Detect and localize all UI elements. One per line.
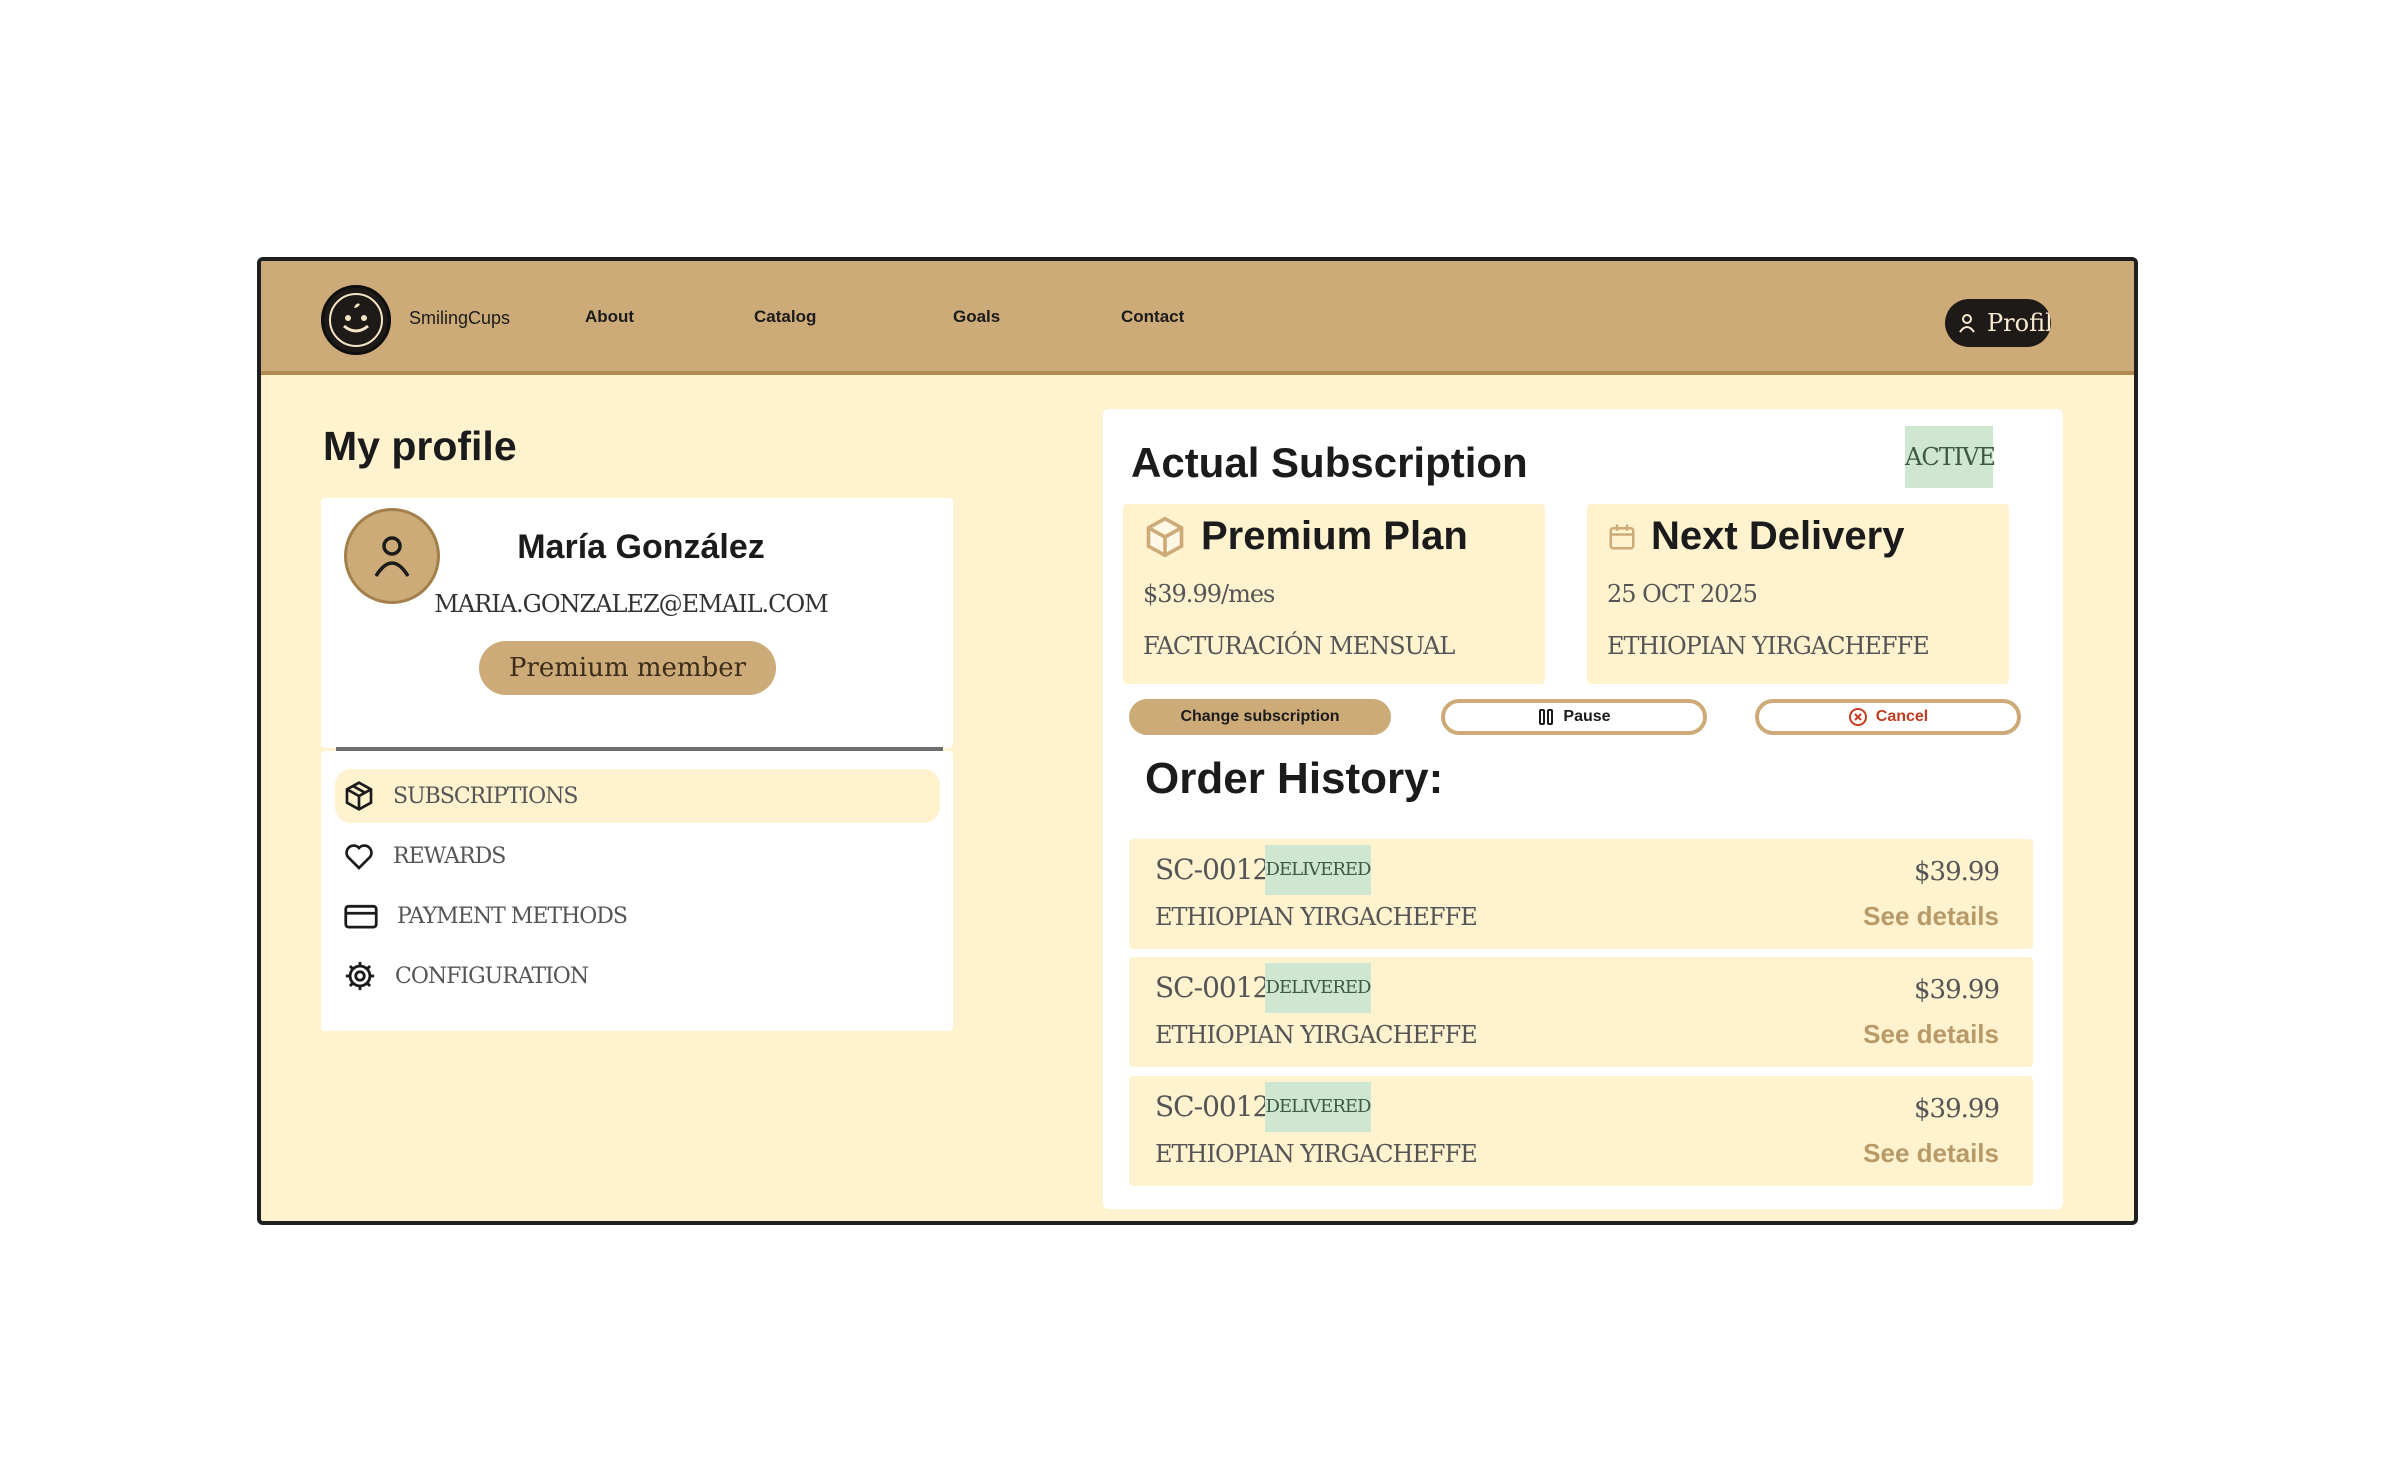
- package-icon: [1146, 516, 1184, 557]
- page-title: My profile: [323, 423, 517, 469]
- credit-card-icon: [344, 904, 378, 929]
- user-email: maria.gonzalez@email.com: [434, 590, 829, 618]
- order-price: $39.99: [1914, 975, 2000, 1005]
- plan-card: Premium Plan $39.99/mes Facturación mens…: [1123, 504, 1545, 684]
- plan-name: Premium Plan: [1201, 514, 1468, 558]
- order-status-badge: Delivered: [1265, 963, 1371, 1013]
- nav-link-contact[interactable]: Contact: [1121, 307, 1184, 327]
- nav-link-goals[interactable]: Goals: [953, 307, 1000, 327]
- menu-item-rewards[interactable]: Rewards: [335, 829, 940, 883]
- see-details-link[interactable]: See details: [1863, 1019, 1999, 1050]
- menu-item-label: Payment methods: [397, 903, 628, 929]
- order-status-badge: Delivered: [1265, 1082, 1371, 1132]
- menu-item-payment-methods[interactable]: Payment methods: [335, 889, 940, 943]
- subscription-panel: Actual Subscription ACTIVE Premium Plan …: [1103, 409, 2063, 1209]
- change-subscription-button[interactable]: Change subscription: [1129, 699, 1391, 735]
- user-icon: [1959, 314, 1975, 333]
- order-price: $39.99: [1914, 857, 2000, 887]
- delivery-date: 25 OCT 2025: [1607, 580, 1758, 608]
- membership-badge: Premium member: [479, 641, 776, 695]
- profile-menu: Subscriptions Rewards Payment methods Co…: [321, 751, 953, 1031]
- pause-button[interactable]: Pause: [1441, 699, 1707, 735]
- gear-icon: [345, 961, 375, 991]
- brand-name[interactable]: SmilingCups: [409, 308, 510, 329]
- order-row: SC-001234 Delivered Ethiopian Yirgacheff…: [1129, 957, 2033, 1067]
- top-navbar: SmilingCups About Catalog Goals Contact …: [261, 261, 2134, 375]
- menu-item-configuration[interactable]: Configuration: [335, 949, 940, 1003]
- logo-icon[interactable]: [321, 285, 391, 355]
- package-icon: [345, 781, 373, 811]
- cancel-label: Cancel: [1875, 708, 1929, 725]
- calendar-icon: [1609, 524, 1635, 549]
- pause-label: Pause: [1563, 708, 1611, 725]
- delivery-product: Ethiopian Yirgacheffe: [1607, 632, 1930, 660]
- delivery-card: Next Delivery 25 OCT 2025 Ethiopian Yirg…: [1587, 504, 2009, 684]
- nav-link-catalog[interactable]: Catalog: [754, 307, 816, 327]
- menu-item-label: Configuration: [395, 963, 589, 989]
- order-status-badge: Delivered: [1265, 845, 1371, 895]
- see-details-link[interactable]: See details: [1863, 1138, 1999, 1169]
- status-badge: ACTIVE: [1905, 426, 1996, 488]
- order-history-title: Order History:: [1145, 754, 1444, 803]
- user-name: María González: [517, 528, 765, 566]
- order-product: Ethiopian Yirgacheffe: [1155, 1140, 1478, 1168]
- heart-icon: [345, 844, 373, 870]
- app-window: SmilingCups About Catalog Goals Contact …: [257, 257, 2138, 1225]
- order-row: SC-001234 Delivered Ethiopian Yirgacheff…: [1129, 1076, 2033, 1186]
- subscription-title: Actual Subscription: [1131, 439, 1528, 486]
- menu-item-label: Subscriptions: [393, 783, 578, 809]
- plan-price: $39.99/mes: [1143, 580, 1275, 608]
- menu-item-label: Rewards: [393, 843, 506, 869]
- order-product: Ethiopian Yirgacheffe: [1155, 1021, 1478, 1049]
- order-row: SC-001234 Delivered Ethiopian Yirgacheff…: [1129, 839, 2033, 949]
- delivery-title: Next Delivery: [1651, 514, 1905, 558]
- cancel-button[interactable]: Cancel: [1755, 699, 2021, 735]
- plan-billing: Facturación mensual: [1143, 632, 1455, 660]
- nav-link-about[interactable]: About: [585, 307, 634, 327]
- order-price: $39.99: [1914, 1094, 2000, 1124]
- change-subscription-label: Change subscription: [1180, 708, 1340, 725]
- see-details-link[interactable]: See details: [1863, 901, 1999, 932]
- order-product: Ethiopian Yirgacheffe: [1155, 903, 1478, 931]
- profile-card: María González maria.gonzalez@email.com …: [321, 498, 953, 748]
- pause-icon: [1539, 709, 1554, 725]
- profile-button[interactable]: Profile: [1945, 299, 2051, 347]
- close-circle-icon: [1848, 708, 1867, 726]
- menu-item-subscriptions[interactable]: Subscriptions: [335, 769, 940, 823]
- profile-label: Profile: [1987, 309, 2051, 337]
